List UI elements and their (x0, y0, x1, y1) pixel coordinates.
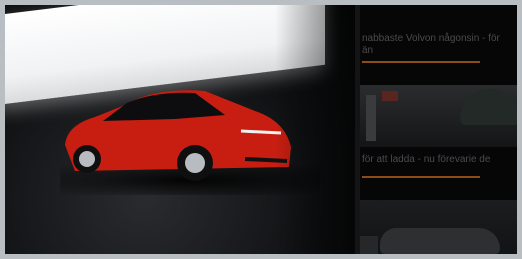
news-card-1-line1: nabbaste Volvon någonsin - för (362, 33, 500, 44)
news-card-1[interactable]: nabbaste Volvon någonsin - för än (360, 27, 517, 77)
rear-rim (79, 151, 95, 167)
news-card-3-image[interactable] (360, 200, 517, 254)
news-card-1-line2: än (362, 45, 374, 56)
news-card-2-line1: för att ladda - nu förevarie de (362, 154, 491, 165)
parked-car-left (360, 236, 378, 254)
red-car-illustration (65, 90, 291, 181)
news-card-2-accent-line (362, 176, 480, 178)
news-card-1-accent-line (362, 61, 480, 63)
charging-sign (382, 91, 398, 101)
hero-edge-shade (275, 5, 355, 254)
dimmed-sidebar: nabbaste Volvon någonsin - för än för at… (360, 5, 517, 254)
charging-pole (366, 95, 376, 141)
news-card-2-image[interactable] (360, 85, 517, 147)
news-card-2[interactable]: för att ladda - nu förevarie de (360, 150, 517, 190)
screenshot-frame: nabbaste Volvon någonsin - för än för at… (0, 0, 522, 259)
tree-shape (460, 89, 517, 125)
parked-car-white (380, 228, 500, 254)
front-rim (185, 153, 205, 173)
hero-image[interactable] (5, 5, 355, 254)
